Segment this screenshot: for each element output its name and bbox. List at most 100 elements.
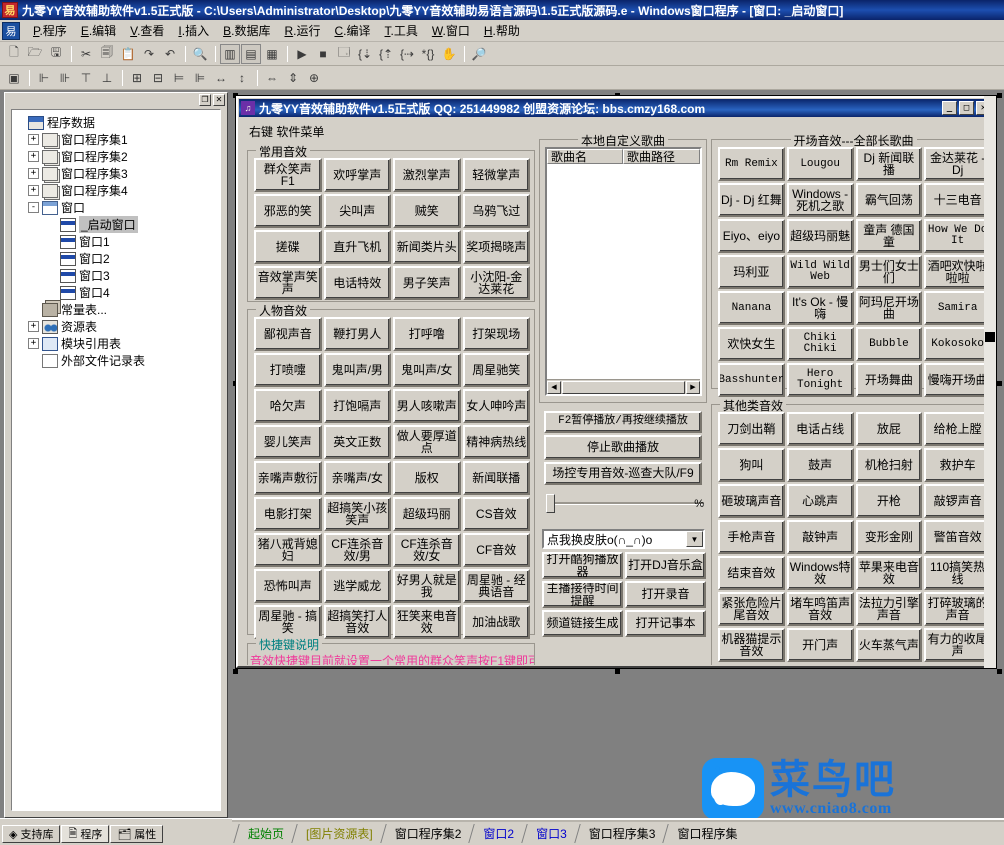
opening-sound-button-24[interactable]: Kokosoko: [924, 327, 991, 361]
opening-sound-button-10[interactable]: 超级玛丽魅: [787, 219, 854, 253]
other-sound-button-23[interactable]: 法拉力引擎声音: [856, 592, 923, 626]
other-sound-button-22[interactable]: 堵车鸣笛声音效: [787, 592, 854, 626]
common-sound-button-2[interactable]: 欢呼掌声: [324, 158, 392, 192]
menu-程序[interactable]: P.程序: [26, 20, 74, 41]
align-right-icon[interactable]: ⊪: [55, 68, 75, 88]
tree-root[interactable]: 程序数据: [14, 114, 218, 131]
song-listview-hscrollbar[interactable]: ◀ ▶: [547, 379, 700, 394]
common-sound-button-4[interactable]: 轻微掌声: [463, 158, 531, 192]
project-tree[interactable]: 程序数据+窗口程序集1+窗口程序集2+窗口程序集3+窗口程序集4-窗口_启动窗口…: [11, 109, 221, 811]
menu-查看[interactable]: V.查看: [123, 20, 171, 41]
other-sound-button-8[interactable]: 救护车: [924, 448, 991, 482]
other-sound-button-13[interactable]: 手枪声音: [718, 520, 785, 554]
left-tab-程序[interactable]: 🗎程序: [61, 825, 109, 843]
selection-handle[interactable]: [997, 669, 1002, 674]
common-sound-button-12[interactable]: 奖项揭晓声: [463, 230, 531, 264]
tree-expander-icon[interactable]: +: [28, 338, 39, 349]
save-icon[interactable]: 🖫: [46, 44, 66, 64]
person-sound-button-30[interactable]: 逃学威龙: [324, 569, 392, 603]
hscroll-track[interactable]: [562, 381, 685, 394]
person-sound-button-26[interactable]: CF连杀音效/男: [324, 533, 392, 567]
other-sound-button-17[interactable]: 结束音效: [718, 556, 785, 590]
designer-vscrollbar[interactable]: [984, 96, 996, 668]
volume-slider-track[interactable]: [554, 502, 704, 505]
patrol-sound-button[interactable]: 场控专用音效-巡查大队/F9: [544, 462, 702, 485]
other-sound-button-19[interactable]: 苹果来电音效: [856, 556, 923, 590]
other-sound-button-4[interactable]: 给枪上膛: [924, 412, 991, 446]
person-sound-button-23[interactable]: 超级玛丽: [393, 497, 461, 531]
person-sound-button-32[interactable]: 周星驰 - 经典语音: [463, 569, 531, 603]
same-width-icon[interactable]: ↔: [211, 68, 231, 88]
other-sound-button-3[interactable]: 放屁: [856, 412, 923, 446]
help-search-icon[interactable]: 🔎: [469, 44, 489, 64]
opening-sound-button-2[interactable]: Lougou: [787, 147, 854, 181]
person-sound-button-10[interactable]: 打饱嗝声: [324, 389, 392, 423]
tree-expander-icon[interactable]: +: [28, 134, 39, 145]
other-sound-button-27[interactable]: 火车蒸气声: [856, 628, 923, 662]
opening-sound-button-14[interactable]: Wild Wild Web: [787, 255, 854, 289]
layout-bottom-icon[interactable]: ▤: [241, 44, 261, 64]
doc-tab-6[interactable]: 窗口程序集3: [583, 824, 662, 843]
doc-tab-7[interactable]: 窗口程序集: [671, 824, 743, 843]
hscroll-thumb[interactable]: [562, 381, 685, 394]
person-sound-button-21[interactable]: 电影打架: [254, 497, 322, 531]
tree-node-13[interactable]: 外部文件记录表: [14, 352, 218, 369]
person-sound-button-29[interactable]: 恐怖叫声: [254, 569, 322, 603]
opening-sound-button-11[interactable]: 童声 德国童: [856, 219, 923, 253]
stop-song-button[interactable]: 停止歌曲播放: [544, 435, 702, 460]
run-icon[interactable]: ▶: [292, 44, 312, 64]
other-sound-button-11[interactable]: 开枪: [856, 484, 923, 518]
person-sound-button-12[interactable]: 女人呻吟声: [463, 389, 531, 423]
designer-vscroll-thumb[interactable]: [985, 332, 995, 342]
common-sound-button-11[interactable]: 新闻类片头: [393, 230, 461, 264]
center-vertical-icon[interactable]: ⊟: [148, 68, 168, 88]
tree-node-11[interactable]: +资源表: [14, 318, 218, 335]
common-sound-button-13[interactable]: 音效掌声笑声: [254, 266, 322, 300]
undo-icon[interactable]: ↶: [160, 44, 180, 64]
other-sound-button-25[interactable]: 机器猫提示音效: [718, 628, 785, 662]
other-sound-button-21[interactable]: 紧张危险片尾音效: [718, 592, 785, 626]
menu-插入[interactable]: I.插入: [171, 20, 216, 41]
tree-node-1[interactable]: +窗口程序集2: [14, 148, 218, 165]
opening-sound-button-22[interactable]: Chiki Chiki: [787, 327, 854, 361]
left-tab-支持库[interactable]: ◈支持库: [2, 825, 60, 843]
common-sound-button-10[interactable]: 直升飞机: [324, 230, 392, 264]
tree-node-3[interactable]: +窗口程序集4: [14, 182, 218, 199]
debug-icon[interactable]: 🗔: [334, 44, 354, 64]
find-icon[interactable]: 🔍: [190, 44, 210, 64]
volume-slider[interactable]: %: [542, 493, 704, 519]
open-recorder-button[interactable]: 打开录音: [625, 581, 706, 608]
pause-resume-button[interactable]: F2暂停播放/再按继续播放: [544, 411, 702, 433]
layout-left-icon[interactable]: ▥: [220, 44, 240, 64]
person-sound-button-8[interactable]: 周星驰笑: [463, 353, 531, 387]
person-sound-button-28[interactable]: CF音效: [463, 533, 531, 567]
person-sound-button-17[interactable]: 亲嘴声敷衍: [254, 461, 322, 495]
size-height-icon[interactable]: ⇕: [283, 68, 303, 88]
person-sound-button-3[interactable]: 打呼噜: [393, 317, 461, 351]
person-sound-button-27[interactable]: CF连杀音效/女: [393, 533, 461, 567]
person-sound-button-16[interactable]: 精神病热线: [463, 425, 531, 459]
common-sound-button-7[interactable]: 贼笑: [393, 194, 461, 228]
doc-tab-3[interactable]: 窗口程序集2: [389, 824, 468, 843]
menu-编辑[interactable]: E.编辑: [74, 20, 123, 41]
opening-sound-button-23[interactable]: Bubble: [856, 327, 923, 361]
opening-sound-button-21[interactable]: 欢快女生: [718, 327, 785, 361]
doc-tab-4[interactable]: 窗口2: [477, 824, 520, 843]
align-bottom-icon[interactable]: ⊥: [97, 68, 117, 88]
space-equal-icon[interactable]: ⊨: [169, 68, 189, 88]
menu-编译[interactable]: C.编译: [327, 20, 377, 41]
opening-sound-button-27[interactable]: 开场舞曲: [856, 363, 923, 397]
opening-sound-button-26[interactable]: Hero Tonight: [787, 363, 854, 397]
song-listview[interactable]: 歌曲名 歌曲路径 ◀ ▶: [545, 147, 702, 396]
space-vert-icon[interactable]: ⊫: [190, 68, 210, 88]
person-sound-button-1[interactable]: 鄙视声音: [254, 317, 322, 351]
tree-node-4[interactable]: -窗口: [14, 199, 218, 216]
step-into-icon[interactable]: {⇣: [355, 44, 375, 64]
opening-sound-button-16[interactable]: 酒吧欢快啦啦啦: [924, 255, 991, 289]
other-sound-button-2[interactable]: 电话占线: [787, 412, 854, 446]
column-song-name[interactable]: 歌曲名: [547, 149, 623, 164]
other-sound-button-15[interactable]: 变形金刚: [856, 520, 923, 554]
common-sound-button-5[interactable]: 邪恶的笑: [254, 194, 322, 228]
panel-restore-icon[interactable]: ❐: [199, 94, 211, 106]
person-sound-button-7[interactable]: 鬼叫声/女: [393, 353, 461, 387]
